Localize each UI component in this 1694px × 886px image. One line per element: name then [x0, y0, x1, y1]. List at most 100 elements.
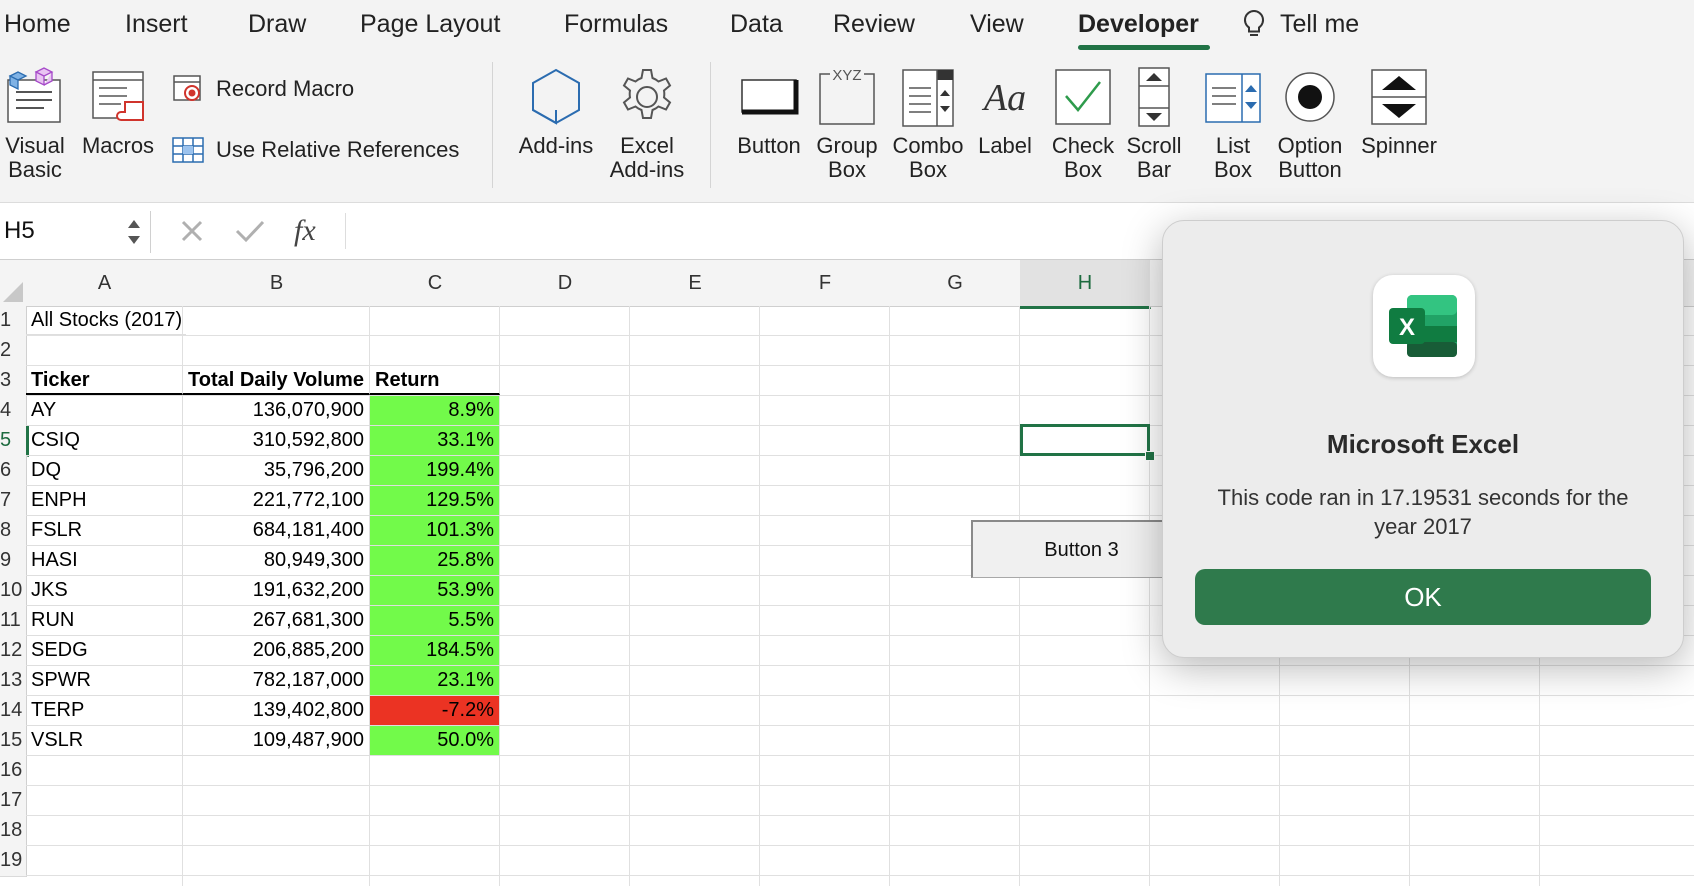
- volume-cell[interactable]: 191,632,200: [183, 576, 370, 606]
- excel-add-ins-button[interactable]: Excel Add-ins: [604, 66, 690, 182]
- row-header-16[interactable]: 16: [0, 756, 27, 787]
- return-cell[interactable]: -7.2%: [370, 696, 500, 726]
- ticker-cell[interactable]: SPWR: [26, 666, 183, 696]
- tab-home[interactable]: Home: [4, 6, 71, 42]
- name-box[interactable]: H5: [0, 211, 151, 253]
- active-cell-h5[interactable]: [1020, 424, 1150, 456]
- volume-cell[interactable]: 80,949,300: [183, 546, 370, 576]
- tab-page-layout[interactable]: Page Layout: [360, 6, 500, 42]
- option-button-button[interactable]: Option Button: [1272, 66, 1348, 182]
- return-cell[interactable]: 33.1%: [370, 426, 500, 456]
- tell-me[interactable]: Tell me: [1242, 6, 1359, 42]
- insert-function-icon[interactable]: fx: [294, 214, 316, 248]
- row-header-6[interactable]: 6: [0, 456, 27, 487]
- select-all-corner[interactable]: [0, 260, 27, 307]
- header-ticker[interactable]: Ticker: [26, 366, 183, 395]
- macro-form-button[interactable]: Button 3: [971, 520, 1191, 578]
- macros-button[interactable]: Macros: [80, 66, 156, 158]
- return-cell[interactable]: 8.9%: [370, 396, 500, 426]
- return-cell[interactable]: 184.5%: [370, 636, 500, 666]
- visual-basic-button[interactable]: Visual Basic: [2, 66, 68, 182]
- return-cell[interactable]: 199.4%: [370, 456, 500, 486]
- column-header-e[interactable]: E: [630, 260, 761, 307]
- row-header-9[interactable]: 9: [0, 546, 27, 577]
- tab-formulas[interactable]: Formulas: [564, 6, 668, 42]
- row-header-2[interactable]: 2: [0, 336, 27, 367]
- row-header-17[interactable]: 17: [0, 786, 27, 817]
- ticker-cell[interactable]: SEDG: [26, 636, 183, 666]
- return-cell[interactable]: 129.5%: [370, 486, 500, 516]
- return-cell[interactable]: 5.5%: [370, 606, 500, 636]
- volume-cell[interactable]: 206,885,200: [183, 636, 370, 666]
- header-volume[interactable]: Total Daily Volume: [183, 366, 370, 395]
- volume-cell[interactable]: 267,681,300: [183, 606, 370, 636]
- form-control-button[interactable]: Button: [734, 66, 804, 158]
- volume-cell[interactable]: 35,796,200: [183, 456, 370, 486]
- tab-insert[interactable]: Insert: [125, 6, 188, 42]
- row-header-1[interactable]: 1: [0, 306, 27, 337]
- header-return[interactable]: Return: [370, 366, 500, 395]
- ticker-cell[interactable]: DQ: [26, 456, 183, 486]
- volume-cell[interactable]: 139,402,800: [183, 696, 370, 726]
- volume-cell[interactable]: 221,772,100: [183, 486, 370, 516]
- volume-cell[interactable]: 310,592,800: [183, 426, 370, 456]
- list-box-button[interactable]: List Box: [1198, 66, 1268, 182]
- row-header-15[interactable]: 15: [0, 726, 27, 757]
- row-header-10[interactable]: 10: [0, 576, 27, 607]
- combo-box-button[interactable]: Combo Box: [890, 66, 966, 182]
- row-header-8[interactable]: 8: [0, 516, 27, 547]
- group-box-button[interactable]: XYZ Group Box: [812, 66, 882, 182]
- return-cell[interactable]: 23.1%: [370, 666, 500, 696]
- column-header-a[interactable]: A: [26, 260, 184, 307]
- cancel-icon[interactable]: [178, 217, 206, 245]
- use-relative-references-button[interactable]: Use Relative References: [172, 136, 459, 164]
- row-header-19[interactable]: 19: [0, 846, 27, 877]
- ticker-cell[interactable]: TERP: [26, 696, 183, 726]
- column-header-h[interactable]: H: [1020, 260, 1151, 309]
- tab-developer[interactable]: Developer: [1078, 6, 1199, 42]
- volume-cell[interactable]: 782,187,000: [183, 666, 370, 696]
- row-header-7[interactable]: 7: [0, 486, 27, 517]
- record-macro-button[interactable]: Record Macro: [172, 74, 354, 104]
- ticker-cell[interactable]: RUN: [26, 606, 183, 636]
- label-control-button[interactable]: Aa Label: [970, 66, 1040, 158]
- ticker-cell[interactable]: CSIQ: [26, 426, 183, 456]
- scroll-bar-button[interactable]: Scroll Bar: [1122, 66, 1186, 182]
- row-header-3[interactable]: 3: [0, 366, 27, 397]
- column-header-b[interactable]: B: [183, 260, 371, 307]
- tab-view[interactable]: View: [970, 6, 1024, 42]
- tab-data[interactable]: Data: [730, 6, 783, 42]
- column-header-d[interactable]: D: [500, 260, 631, 307]
- row-header-4[interactable]: 4: [0, 396, 27, 427]
- volume-cell[interactable]: 684,181,400: [183, 516, 370, 546]
- column-header-f[interactable]: F: [760, 260, 891, 307]
- return-cell[interactable]: 50.0%: [370, 726, 500, 756]
- ticker-cell[interactable]: JKS: [26, 576, 183, 606]
- row-header-18[interactable]: 18: [0, 816, 27, 847]
- ticker-cell[interactable]: VSLR: [26, 726, 183, 756]
- row-header-12[interactable]: 12: [0, 636, 27, 667]
- row-header-5[interactable]: 5: [0, 426, 29, 457]
- spinner-button[interactable]: Spinner: [1354, 66, 1444, 158]
- ticker-cell[interactable]: HASI: [26, 546, 183, 576]
- tab-review[interactable]: Review: [833, 6, 915, 42]
- ticker-cell[interactable]: FSLR: [26, 516, 183, 546]
- ticker-cell[interactable]: AY: [26, 396, 183, 426]
- row-header-11[interactable]: 11: [0, 606, 27, 637]
- column-header-c[interactable]: C: [370, 260, 501, 307]
- ok-button[interactable]: OK: [1195, 569, 1651, 625]
- add-ins-button[interactable]: Add-ins: [514, 66, 598, 158]
- sheet-title[interactable]: All Stocks (2017): [26, 306, 186, 335]
- tab-draw[interactable]: Draw: [248, 6, 306, 42]
- row-header-13[interactable]: 13: [0, 666, 27, 697]
- enter-check-icon[interactable]: [234, 217, 266, 245]
- check-box-button[interactable]: Check Box: [1048, 66, 1118, 182]
- return-cell[interactable]: 25.8%: [370, 546, 500, 576]
- return-cell[interactable]: 101.3%: [370, 516, 500, 546]
- volume-cell[interactable]: 109,487,900: [183, 726, 370, 756]
- fill-handle[interactable]: [1145, 451, 1155, 461]
- volume-cell[interactable]: 136,070,900: [183, 396, 370, 426]
- column-header-g[interactable]: G: [890, 260, 1021, 307]
- return-cell[interactable]: 53.9%: [370, 576, 500, 606]
- ticker-cell[interactable]: ENPH: [26, 486, 183, 516]
